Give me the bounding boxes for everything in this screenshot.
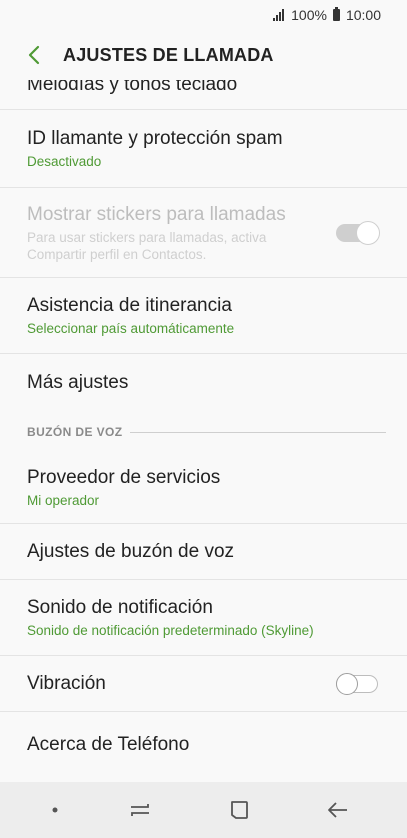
dot-icon	[52, 807, 58, 813]
setting-ringtones[interactable]: Melodías y tonos teclado	[0, 80, 407, 110]
setting-title: Melodías y tonos teclado	[27, 80, 238, 95]
setting-title: Proveedor de servicios	[27, 466, 221, 488]
setting-title: Acerca de Teléfono	[27, 734, 190, 755]
home-icon	[230, 801, 248, 819]
back-arrow-icon	[28, 45, 40, 65]
setting-title: Más ajustes	[27, 372, 129, 393]
nav-back-button[interactable]	[314, 790, 362, 830]
setting-notification-sound[interactable]: Sonido de notificación Sonido de notific…	[0, 580, 407, 656]
setting-title: ID llamante y protección spam	[27, 127, 283, 149]
home-button[interactable]	[215, 790, 263, 830]
battery-percentage: 100%	[291, 7, 327, 23]
setting-title: Ajustes de buzón de voz	[27, 540, 235, 562]
navigation-bar	[0, 782, 407, 838]
setting-roaming-assist[interactable]: Asistencia de itinerancia Seleccionar pa…	[0, 278, 407, 354]
setting-title: Mostrar stickers para llamadas	[27, 203, 286, 225]
setting-title: Sonido de notificación	[27, 596, 213, 618]
setting-caller-id[interactable]: ID llamante y protección spam Desactivad…	[0, 110, 407, 188]
setting-subtitle: Seleccionar país automáticamente	[27, 320, 235, 336]
setting-subtitle: Para usar stickers para llamadas, activa…	[27, 229, 267, 262]
setting-about-phone[interactable]: Acerca de Teléfono	[0, 712, 407, 778]
app-bar: AJUSTES DE LLAMADA	[0, 30, 407, 80]
recents-icon	[131, 804, 150, 816]
setting-subtitle: Sonido de notificación predeterminado (S…	[27, 622, 314, 638]
clock: 10:00	[345, 7, 381, 23]
setting-voicemail-settings[interactable]: Ajustes de buzón de voz	[0, 524, 407, 580]
setting-subtitle: Desactivado	[27, 153, 102, 169]
nav-back-icon	[327, 802, 347, 818]
recents-button[interactable]	[116, 790, 164, 830]
setting-title: Vibración	[27, 672, 106, 694]
setting-vibration[interactable]: Vibración	[0, 656, 407, 712]
setting-service-provider[interactable]: Proveedor de servicios Mi operador	[0, 452, 407, 524]
section-divider	[130, 431, 386, 433]
nav-dot-button[interactable]	[45, 790, 65, 830]
setting-title: Asistencia de itinerancia	[27, 294, 232, 316]
section-header-label: BUZÓN DE VOZ	[27, 425, 123, 439]
vibration-toggle[interactable]	[336, 672, 378, 696]
signal-icon	[273, 9, 285, 21]
setting-subtitle: Mi operador	[27, 492, 100, 508]
page-title: AJUSTES DE LLAMADA	[63, 44, 274, 65]
section-header-voicemail: BUZÓN DE VOZ	[0, 412, 407, 452]
call-stickers-toggle	[336, 220, 380, 245]
settings-list[interactable]: Melodías y tonos teclado ID llamante y p…	[0, 80, 407, 782]
back-button[interactable]	[14, 35, 54, 75]
status-bar: 100% 10:00	[0, 0, 407, 30]
setting-call-stickers: Mostrar stickers para llamadas Para usar…	[0, 188, 407, 278]
setting-more-settings[interactable]: Más ajustes	[0, 354, 407, 412]
battery-icon	[332, 7, 340, 21]
